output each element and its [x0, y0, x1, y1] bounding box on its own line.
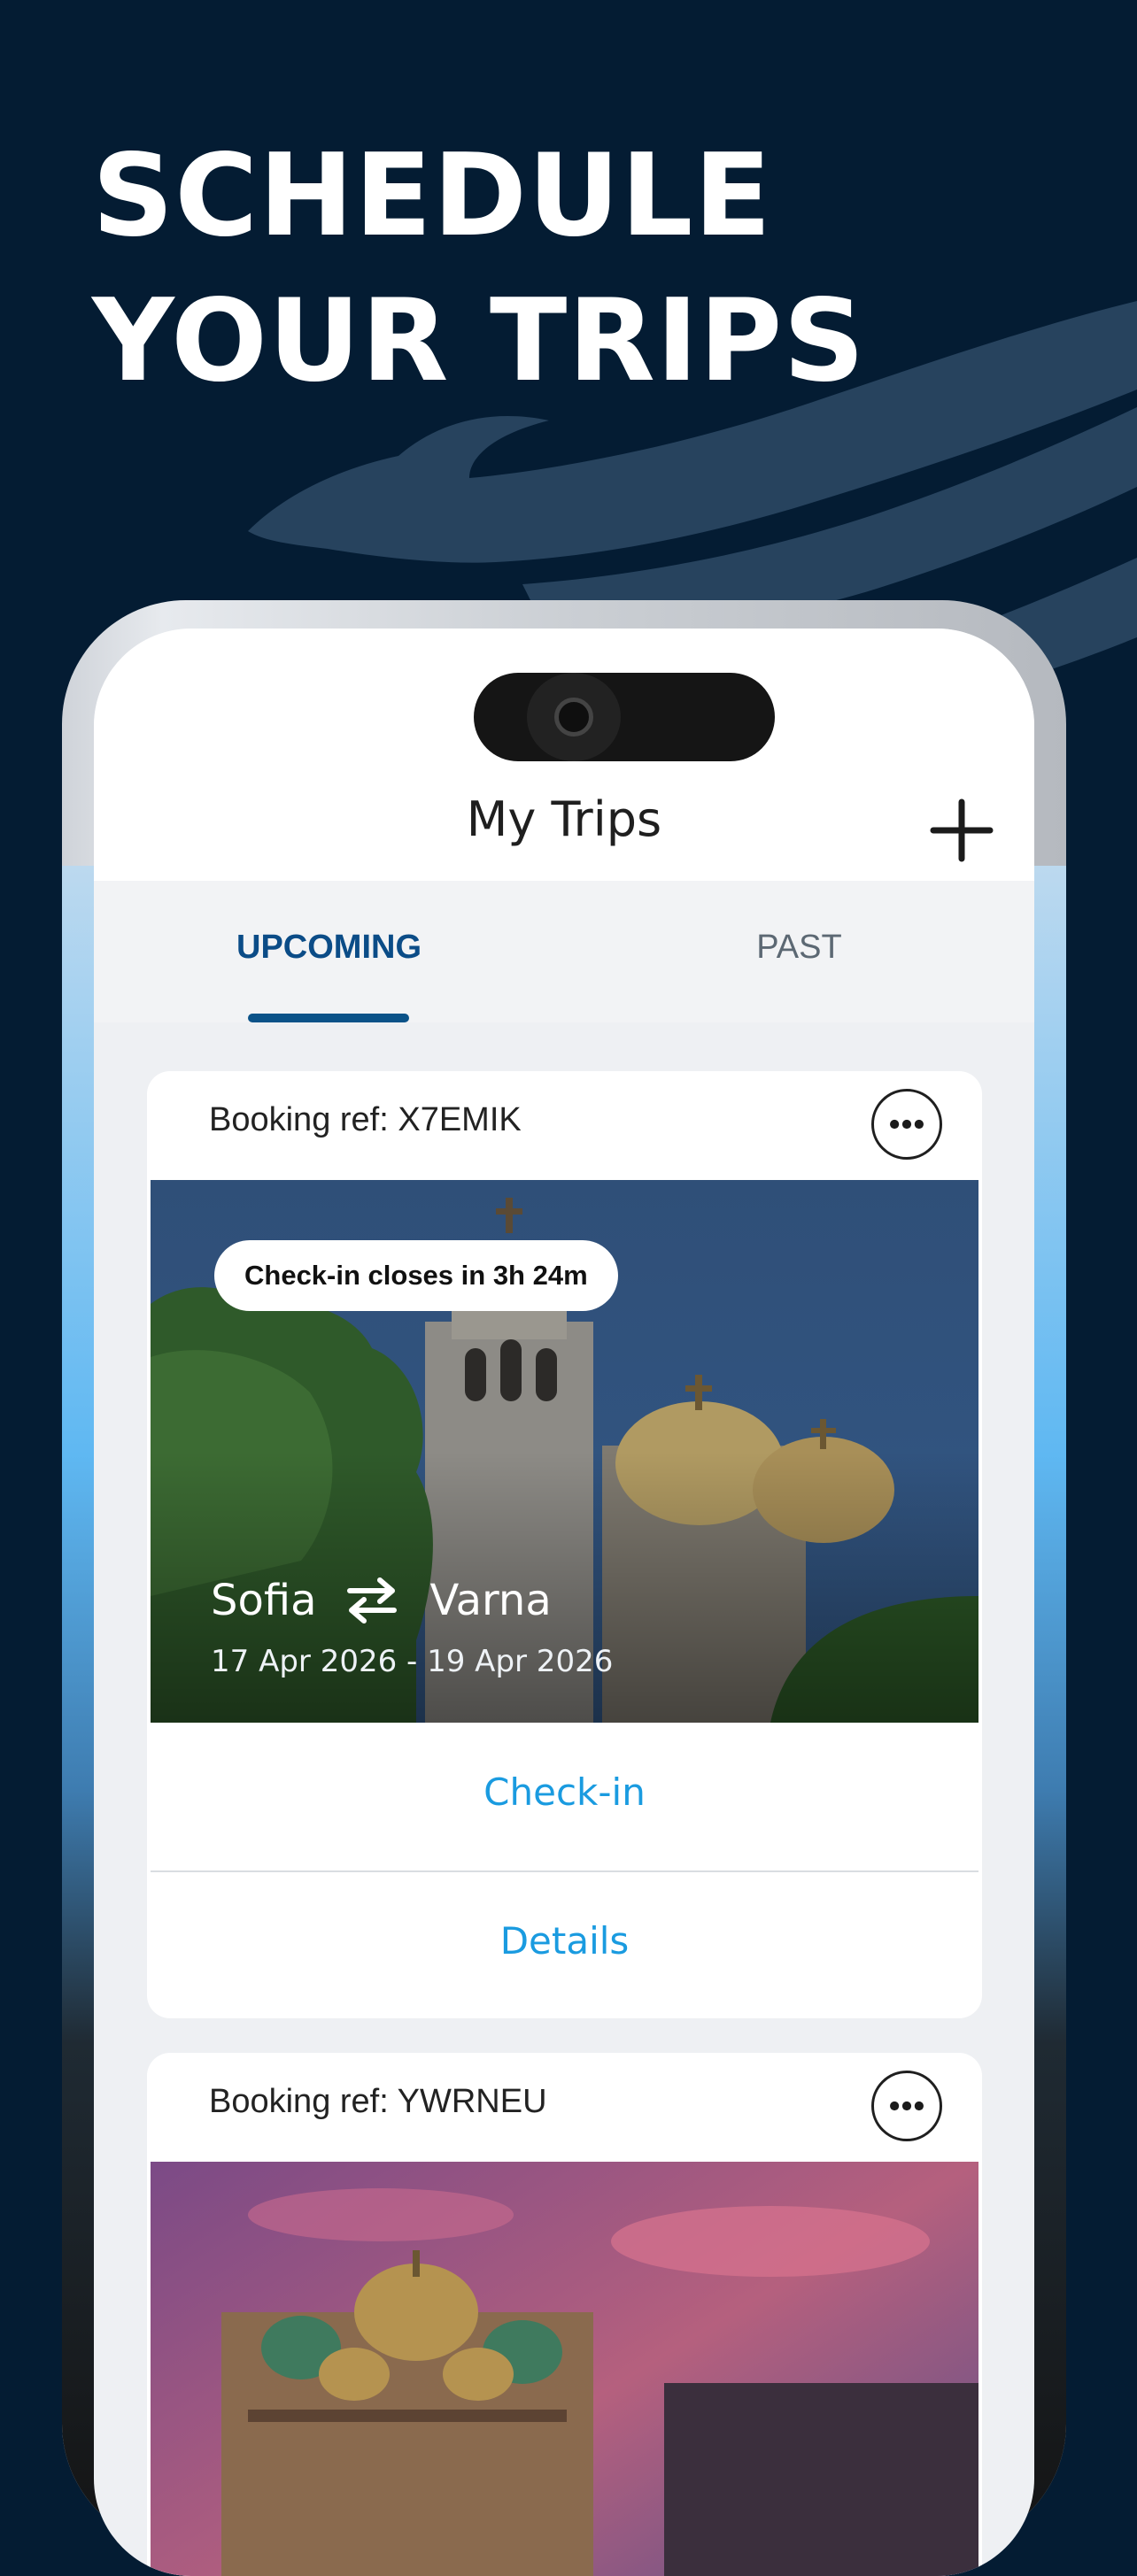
destination-image-varna[interactable]: Check-in closes in 3h 24m Sofia Varna 17… [151, 1180, 978, 1723]
plus-icon[interactable] [926, 795, 997, 866]
camera-icon [527, 673, 621, 761]
destination-image-sofia[interactable] [151, 2162, 978, 2576]
card-header: Booking ref: YWRNEU [147, 2053, 982, 2162]
cathedral-sunset-illustration [151, 2162, 978, 2576]
booking-ref: Booking ref: X7EMIK [209, 1101, 522, 1138]
trip-route: Sofia Varna [211, 1570, 552, 1631]
trip-tabs: UPCOMING PAST [94, 881, 1034, 1022]
trip-dates: 17 Apr 2026 - 19 Apr 2026 [211, 1644, 614, 1679]
tab-past[interactable]: PAST [564, 881, 1034, 1022]
tab-upcoming[interactable]: UPCOMING [94, 881, 564, 1022]
destination-city: Varna [429, 1576, 552, 1625]
app-screen: My Trips UPCOMING PAST Booking ref: X7EM… [94, 629, 1034, 2576]
booking-ref: Booking ref: YWRNEU [209, 2083, 547, 2120]
details-button[interactable]: Details [147, 1919, 982, 1963]
round-trip-arrows-icon [347, 1577, 398, 1623]
trip-card: Booking ref: YWRNEU [147, 2053, 982, 2576]
phone-frame: My Trips UPCOMING PAST Booking ref: X7EM… [62, 600, 1066, 2576]
promo-headline-line1: SCHEDULE [92, 130, 772, 262]
active-tab-indicator [248, 1014, 409, 1022]
card-divider [151, 1870, 978, 1872]
trip-card: Booking ref: X7EMIK Check-in closes in 3… [147, 1071, 982, 2018]
more-options-icon[interactable] [871, 1089, 942, 1160]
dynamic-island [474, 673, 775, 761]
origin-city: Sofia [211, 1576, 317, 1625]
more-options-icon[interactable] [871, 2071, 942, 2141]
page-title: My Trips [466, 791, 662, 847]
checkin-deadline-badge: Check-in closes in 3h 24m [214, 1240, 618, 1311]
card-header: Booking ref: X7EMIK [147, 1071, 982, 1180]
checkin-button[interactable]: Check-in [147, 1770, 982, 1814]
